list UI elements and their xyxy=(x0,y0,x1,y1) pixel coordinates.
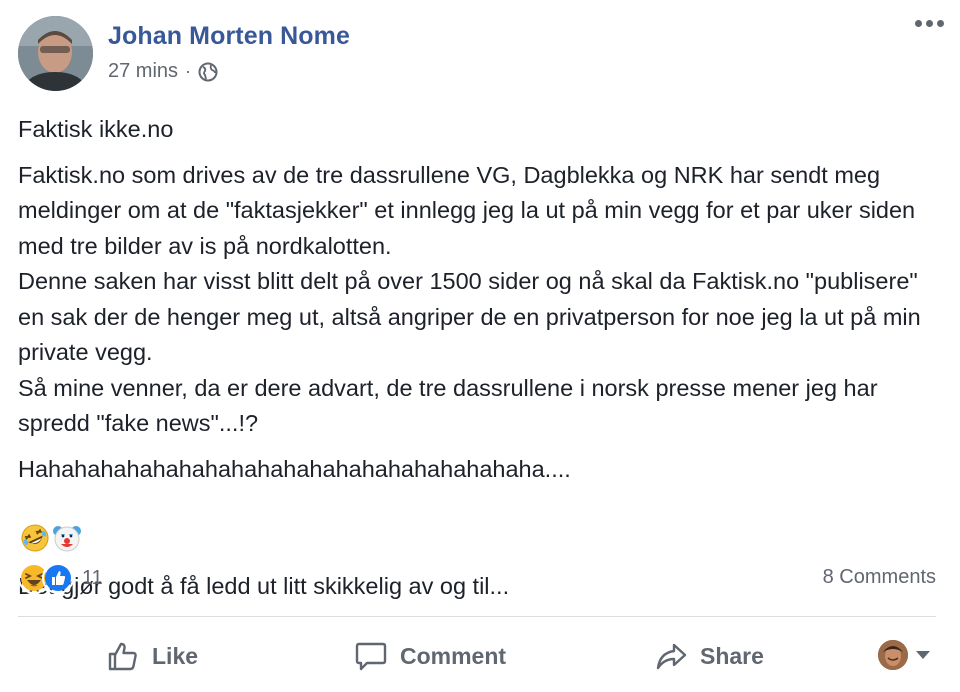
share-label: Share xyxy=(700,642,764,669)
reaction-identity-selector[interactable] xyxy=(878,640,930,670)
viewer-avatar xyxy=(878,640,908,670)
comment-label: Comment xyxy=(400,642,507,669)
chevron-down-icon xyxy=(916,651,930,659)
laugh-text: Hahahahahahahahahahahahahahahahahahahaha… xyxy=(18,455,571,482)
reaction-count: 11 xyxy=(82,566,103,589)
author-avatar[interactable] xyxy=(18,16,93,91)
like-label: Like xyxy=(152,642,199,669)
rolling-on-floor-laughing-emoji xyxy=(20,487,50,551)
meta-separator: · xyxy=(185,61,192,81)
author-name[interactable]: Johan Morten Nome xyxy=(108,22,350,51)
post-paragraph: Faktisk.no som drives av de tre dassrull… xyxy=(18,161,921,437)
like-reaction-icon xyxy=(42,562,74,594)
actions-divider xyxy=(18,616,936,617)
share-button[interactable]: Share xyxy=(654,630,764,682)
post-body: Faktisk ikke.no Faktisk.no som drives av… xyxy=(18,112,938,615)
like-button[interactable]: Like xyxy=(106,630,198,682)
post-paragraph: Faktisk ikke.no xyxy=(18,116,174,142)
comment-bubble-icon xyxy=(354,639,388,673)
clown-face-emoji xyxy=(52,487,82,551)
action-bar: Like Comment Share xyxy=(18,630,936,682)
globe-icon[interactable] xyxy=(198,62,218,82)
thumbs-up-icon xyxy=(106,639,140,673)
comment-button[interactable]: Comment xyxy=(354,630,506,682)
facebook-post: Johan Morten Nome 27 mins · Faktisk ikke… xyxy=(0,0,960,692)
post-meta: 27 mins · xyxy=(108,60,218,83)
reaction-summary[interactable]: 11 xyxy=(18,562,103,594)
comments-count-link[interactable]: 8 Comments xyxy=(823,566,936,589)
more-options-icon[interactable] xyxy=(915,20,944,27)
post-paragraph-laugh: Hahahahahahahahahahahahahahahahahahahaha… xyxy=(18,452,938,560)
post-paragraph: Det gjør godt å få ledd ut litt skikkeli… xyxy=(18,573,510,599)
share-arrow-icon xyxy=(654,639,688,673)
post-timestamp[interactable]: 27 mins xyxy=(108,60,178,83)
